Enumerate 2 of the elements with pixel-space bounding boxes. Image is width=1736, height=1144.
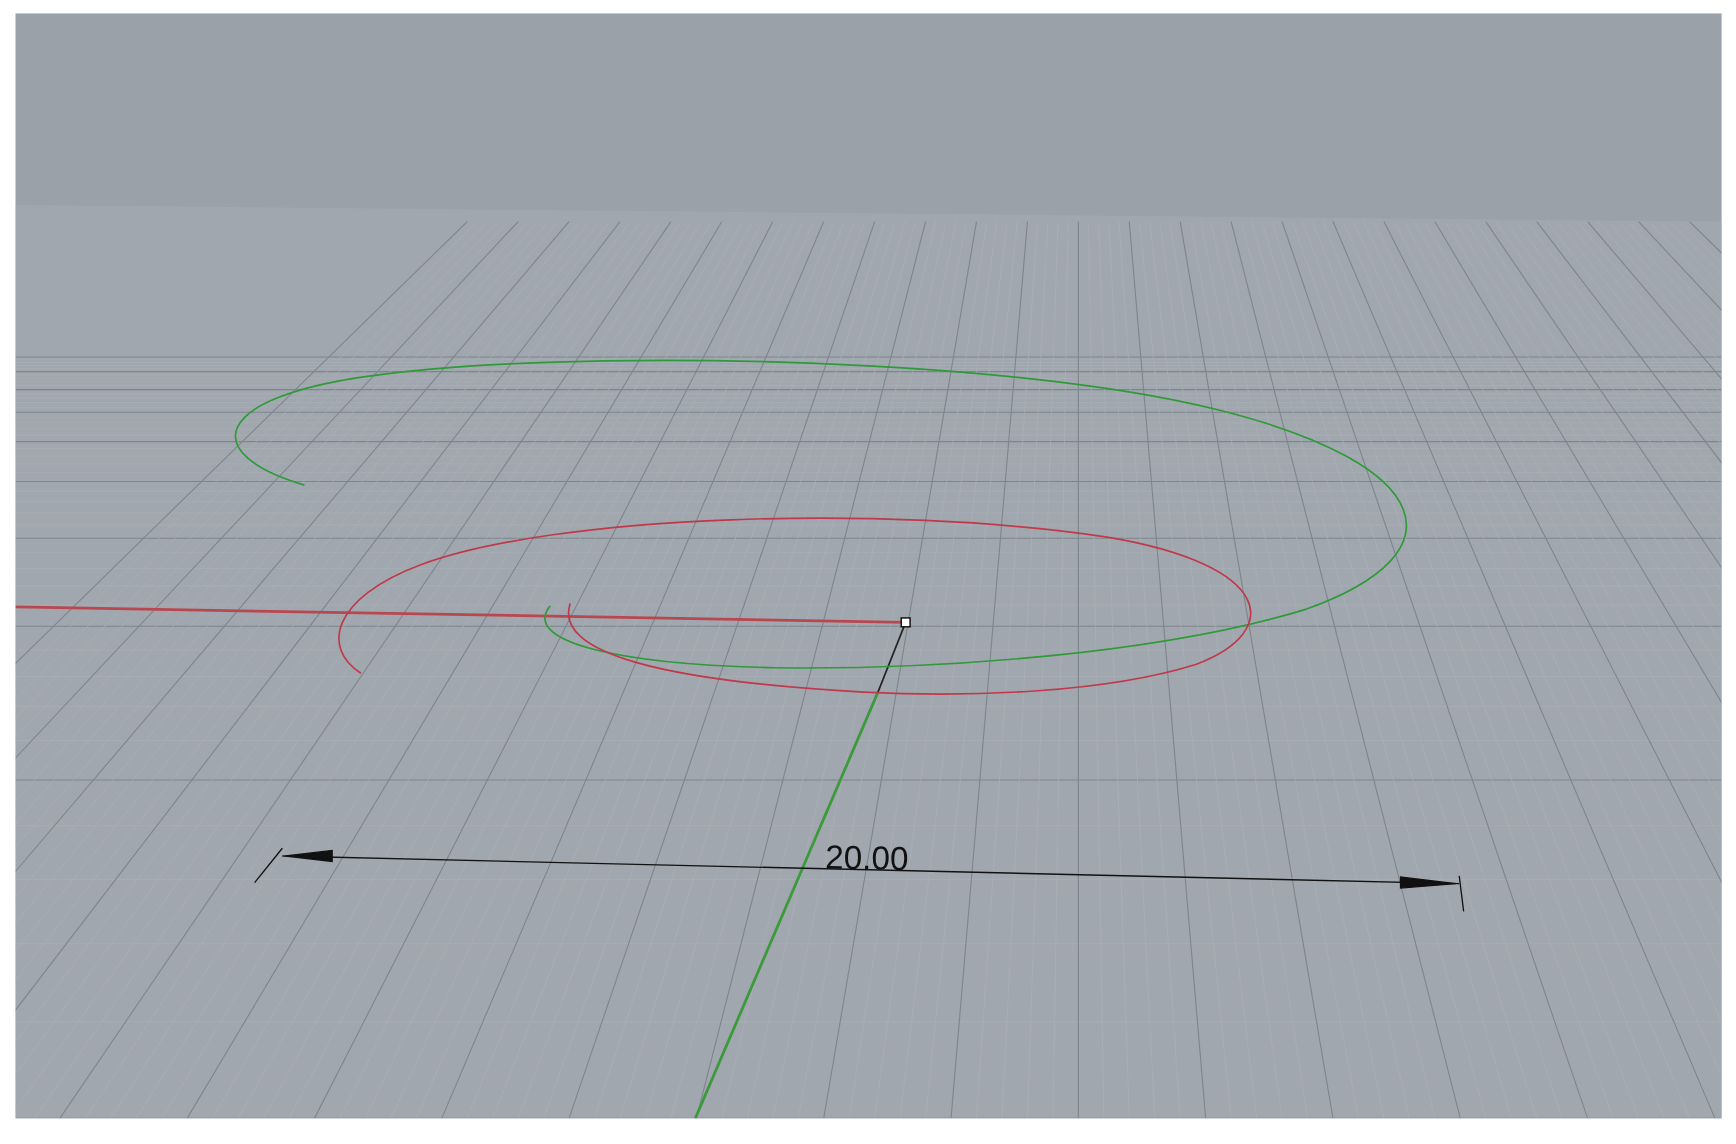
dimension-label: 20.00 — [824, 838, 909, 878]
point-marker — [900, 617, 911, 628]
